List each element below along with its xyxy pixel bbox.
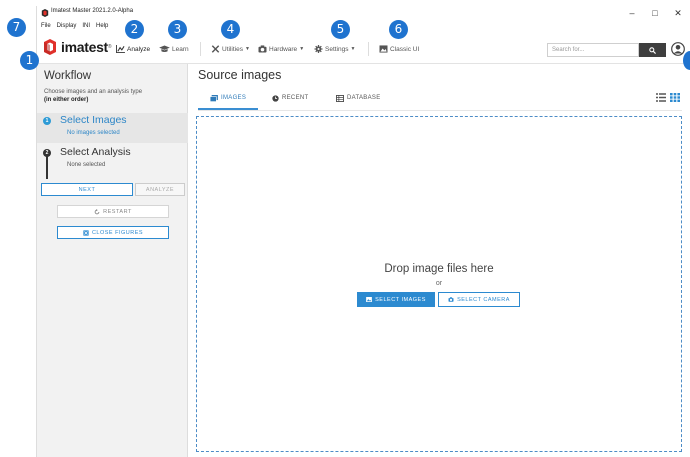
callout-badge-6: 6	[389, 20, 408, 39]
images-icon	[210, 94, 218, 102]
maximize-button[interactable]: □	[644, 6, 666, 20]
step-select-images[interactable]: 1 Select Images No images selected	[37, 113, 188, 143]
camera-icon	[448, 297, 454, 302]
tools-icon	[211, 45, 220, 53]
select-images-button[interactable]: SELECT IMAGES	[357, 292, 435, 307]
clock-icon	[272, 94, 279, 102]
workflow-description: Choose images and an analysis type	[44, 89, 143, 95]
toolbar-divider	[200, 42, 201, 56]
utilities-menu[interactable]: Utilities ▼	[211, 44, 250, 54]
menu-bar: File Display INI Help	[37, 20, 108, 32]
page-title: Source images	[198, 68, 282, 82]
tab-database[interactable]: DATABASE	[336, 86, 381, 110]
chart-icon	[116, 45, 125, 53]
classic-ui-button[interactable]: Classic UI	[379, 44, 419, 54]
close-figures-button[interactable]: CLOSE FIGURES	[57, 226, 169, 239]
restart-button[interactable]: RESTART	[57, 205, 169, 218]
grid-view-icon[interactable]	[670, 93, 680, 102]
tab-images-label: IMAGES	[221, 95, 247, 101]
settings-label: Settings	[325, 45, 349, 53]
classic-ui-label: Classic UI	[390, 45, 420, 53]
select-camera-label: SELECT CAMERA	[457, 296, 510, 303]
close-button[interactable]: ✕	[667, 6, 689, 20]
search-button[interactable]	[639, 43, 666, 57]
window-title: Imatest Master 2021.2.0-Alpha	[51, 8, 134, 14]
tab-database-label: DATABASE	[347, 95, 381, 101]
step-status: No images selected	[67, 130, 120, 136]
analyze-button[interactable]: Analyze	[116, 44, 150, 54]
chevron-down-icon: ▼	[350, 46, 356, 52]
gear-icon	[314, 45, 323, 53]
workflow-description-bold: (in either order)	[44, 97, 89, 103]
tab-images[interactable]: IMAGES	[210, 86, 246, 110]
hardware-menu[interactable]: Hardware ▼	[258, 44, 304, 54]
camera-icon	[258, 45, 267, 53]
callout-badge-3: 3	[168, 20, 187, 39]
select-images-label: SELECT IMAGES	[375, 296, 426, 303]
menu-help[interactable]: Help	[96, 23, 108, 29]
menu-display[interactable]: Display	[57, 23, 77, 29]
learn-label: Learn	[172, 45, 189, 53]
callout-badge-2: 2	[125, 20, 144, 39]
analyze-label: Analyze	[127, 45, 151, 53]
minimize-button[interactable]: –	[621, 6, 643, 20]
image-drop-zone[interactable]: Drop image files here or SELECT IMAGES S…	[196, 116, 682, 452]
restart-label: RESTART	[103, 208, 132, 215]
logo-wordmark: imatest	[61, 39, 108, 55]
callout-badge-7: 7	[7, 18, 26, 37]
screenshot-frame: Imatest Master 2021.2.0-Alpha – □ ✕ File…	[0, 0, 690, 457]
next-button[interactable]: NEXT	[41, 183, 133, 196]
callout-badge-5: 5	[331, 20, 350, 39]
source-tabs: IMAGES RECENT DATABASE	[198, 86, 488, 110]
graduation-cap-icon	[159, 45, 170, 53]
callout-badge-1: 1	[20, 51, 39, 70]
image-icon	[379, 45, 388, 53]
imatest-logo-icon	[44, 39, 56, 55]
menu-file[interactable]: File	[41, 23, 51, 29]
table-icon	[336, 94, 344, 102]
search-icon	[649, 46, 656, 54]
list-view-icon[interactable]	[656, 93, 666, 102]
tab-recent-label: RECENT	[282, 95, 309, 101]
user-icon[interactable]	[671, 42, 685, 56]
title-bar: Imatest Master 2021.2.0-Alpha – □ ✕	[37, 6, 690, 20]
drop-or-text: or	[435, 280, 443, 287]
step-bullet: 2	[43, 149, 51, 157]
step-select-analysis[interactable]: 2 Select Analysis None selected	[37, 145, 188, 175]
workflow-sidebar: Workflow Choose images and an analysis t…	[37, 64, 188, 457]
tab-recent[interactable]: RECENT	[272, 86, 308, 110]
callout-badge-4: 4	[221, 20, 240, 39]
close-figures-icon	[83, 229, 89, 236]
imatest-logo: imatest ®	[42, 39, 112, 55]
step-status: None selected	[67, 162, 106, 168]
callout-badge-partial	[683, 51, 690, 70]
tabs-divider	[198, 110, 682, 111]
chevron-down-icon: ▼	[244, 46, 250, 52]
settings-menu[interactable]: Settings ▼	[314, 44, 355, 54]
step-bullet: 1	[43, 117, 51, 125]
hardware-label: Hardware	[269, 45, 298, 53]
app-logo-icon	[41, 9, 49, 17]
search-input[interactable]: Search for...	[547, 43, 639, 57]
images-icon	[366, 297, 372, 302]
restart-icon	[94, 208, 100, 214]
step-label: Select Analysis	[60, 146, 131, 158]
analyze-step-button[interactable]: ANALYZE	[135, 183, 185, 196]
logo-registered-mark: ®	[107, 44, 112, 50]
drop-instructions: Drop image files here	[384, 263, 494, 275]
select-camera-button[interactable]: SELECT CAMERA	[438, 292, 520, 307]
utilities-label: Utilities	[222, 45, 243, 53]
learn-button[interactable]: Learn	[159, 44, 189, 54]
workflow-title: Workflow	[44, 70, 92, 82]
toolbar-divider	[368, 42, 369, 56]
close-figures-label: CLOSE FIGURES	[91, 229, 144, 236]
chevron-down-icon: ▼	[299, 46, 305, 52]
step-label: Select Images	[60, 114, 127, 126]
menu-ini[interactable]: INI	[82, 23, 90, 29]
